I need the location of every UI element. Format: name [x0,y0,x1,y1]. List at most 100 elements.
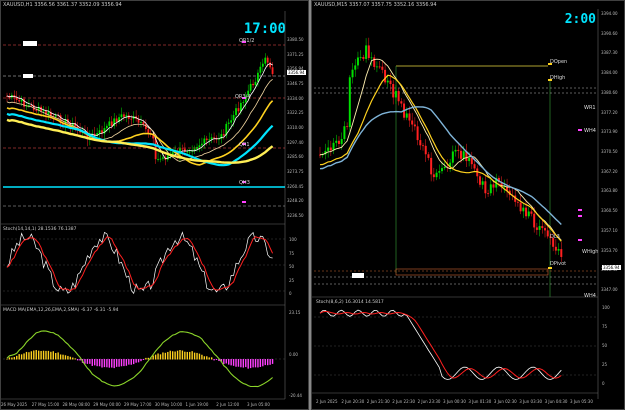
candle-body [432,174,435,178]
level-marker [548,267,552,269]
candle-body [201,143,203,146]
right-price-axis-tick: 3390.60 [601,30,618,36]
candle-body [203,138,206,144]
right-chart-window[interactable]: XAUUSD,M15 3357.07 3357.75 3352.16 3356.… [311,0,625,410]
macd-histogram-bar [132,359,135,365]
left-chart-canvas[interactable] [1,1,309,410]
macd-histogram-bar [167,351,169,360]
candle-body [188,151,191,153]
candle-body [351,69,354,78]
macd-histogram-bar [67,355,69,360]
candle-body [430,157,433,175]
candle-body [329,147,332,151]
left-time-axis-label: 2 Jun 12:00 [216,402,240,407]
moving-average-line [319,74,562,242]
macd-histogram-bar [101,359,103,368]
macd-histogram-bar [130,359,132,365]
left-macd-axis-tick: -20.44 [289,393,302,398]
candle-body [335,140,338,143]
macd-histogram-bar [191,351,193,360]
candle-body [443,166,446,169]
macd-histogram-bar [74,358,76,360]
macd-histogram-bar [135,359,137,363]
macd-histogram-bar [215,359,218,360]
macd-histogram-bar [115,359,118,367]
left-chart-window[interactable]: XAUUSD,H1 3356.56 3361.37 3352.09 3356.9… [0,0,309,410]
macd-histogram-bar [186,351,188,360]
candle-body [441,168,443,172]
macd-histogram-bar [103,359,106,368]
left-stoch-axis-tick: 50 [289,264,295,269]
candle-body [181,148,184,150]
macd-histogram-bar [52,351,54,360]
candle-body [519,202,522,212]
candle-body [470,157,473,165]
candle-body [413,124,416,127]
candle-body [392,84,395,98]
macd-histogram-bar [86,359,89,364]
candle-body [120,114,123,118]
candle-body [484,181,487,194]
left-price-axis-tick: 3322.25 [287,110,304,116]
macd-histogram-bar [147,357,150,360]
right-price-axis-tick: 3363.80 [601,188,618,194]
macd-histogram-bar [228,359,230,365]
candle-body [373,57,376,67]
candle-body [235,108,237,116]
candle-body [196,147,198,149]
macd-histogram-bar [240,359,242,368]
candle-body [544,228,547,231]
right-time-axis-label: 3 Jun 00:30 [443,399,466,404]
candle-body [108,121,111,126]
macd-histogram-bar [198,353,201,360]
macd-histogram-bar [40,350,42,360]
macd-histogram-bar [154,354,157,360]
right-price-axis-tick: 3370.50 [601,149,618,154]
macd-histogram-bar [120,359,123,367]
price-tag [23,41,37,46]
macd-histogram-bar [235,359,237,367]
level-label-dhigh: DHigh [550,75,566,81]
macd-histogram-bar [196,352,198,360]
right-time-axis-label: 3 Jun 02:30 [493,399,517,404]
candle-body [405,113,408,118]
level-label-wh4-top: WH4 [584,128,596,134]
candle-body [222,134,225,136]
left-time-axis-label: 27 May 15:00 [31,402,60,407]
level-label-wh4-bottom: WH4 [584,293,596,299]
macd-histogram-bar [162,352,164,360]
macd-histogram-bar [174,351,176,360]
right-chart-canvas[interactable] [312,1,625,410]
candle-body [359,56,362,58]
candle-body [35,110,38,112]
macd-histogram-bar [47,350,50,360]
candle-body [271,67,274,74]
macd-histogram-bar [189,351,191,360]
candle-body [252,83,254,86]
candle-body [198,145,201,148]
left-time-axis-label: 26 May 2025 [1,402,28,407]
level-label-qr3-4: QR3/4 [235,94,251,100]
candle-body [230,120,233,123]
macd-histogram-bar [89,359,91,364]
pivot-zone [395,268,549,276]
candle-body [365,45,368,59]
right-price-axis-tick: 3373.90 [601,129,618,135]
left-stoch-axis-tick: 0 [289,291,292,296]
macd-histogram-bar [181,350,184,360]
macd-histogram-bar [45,350,47,360]
candle-body [451,151,454,163]
macd-histogram-bar [179,350,181,360]
candle-body [232,115,235,121]
macd-histogram-bar [264,359,266,366]
left-macd-axis-tick: 23.15 [289,310,301,315]
level-label-whigh: WHigh [582,249,599,255]
left-price-axis-tick: 3273.75 [287,169,304,174]
candle-body [123,114,125,117]
candle-body [54,115,57,117]
candle-body [162,157,164,159]
right-stoch-axis-tick: 25 [602,362,608,367]
candle-body [394,91,397,98]
macd-histogram-bar [152,355,154,360]
candle-body [516,201,519,203]
